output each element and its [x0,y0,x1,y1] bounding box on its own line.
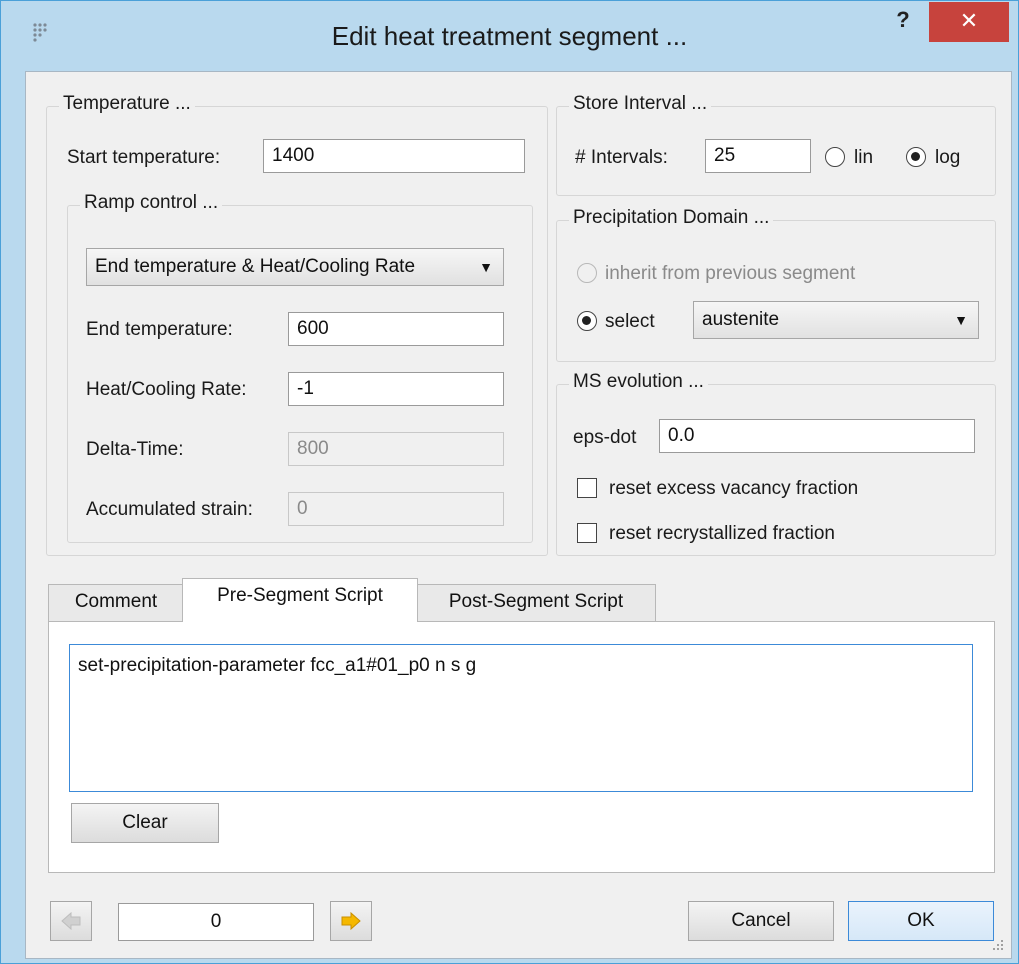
lin-label: lin [854,147,874,168]
lin-radio[interactable] [825,147,845,167]
heat-cooling-rate-input[interactable]: -1 [288,372,504,406]
accumulated-strain-label: Accumulated strain: [86,499,253,520]
ramp-control-group-title: Ramp control ... [80,192,223,214]
log-label: log [935,147,961,168]
log-radio[interactable] [906,147,926,167]
precipitation-domain-group-title: Precipitation Domain ... [569,207,774,229]
eps-dot-label: eps-dot [573,427,637,448]
delta-time-input: 800 [288,432,504,466]
ok-button[interactable]: OK [848,901,994,941]
previous-segment-button [50,901,92,941]
help-button[interactable]: ? [883,7,923,37]
close-button[interactable]: ✕ [929,2,1009,42]
ramp-mode-value: End temperature & Heat/Cooling Rate [95,256,416,277]
ms-evolution-group-title: MS evolution ... [569,371,708,393]
start-temperature-label: Start temperature: [67,147,221,168]
precipitation-domain-group: Precipitation Domain ... inherit from pr… [556,207,996,362]
cancel-button[interactable]: Cancel [688,901,834,941]
reset-vacancy-checkbox[interactable] [577,478,597,498]
eps-dot-input[interactable]: 0.0 [659,419,975,453]
domain-value: austenite [702,309,780,330]
store-interval-group: Store Interval ... # Intervals: 25 lin l… [556,93,996,196]
reset-recryst-label: reset recrystallized fraction [609,523,835,544]
arrow-left-icon [61,911,81,931]
delta-time-label: Delta-Time: [86,439,184,460]
ms-evolution-group: MS evolution ... eps-dot 0.0 reset exces… [556,371,996,556]
script-editor[interactable]: set-precipitation-parameter fcc_a1#01_p0… [69,644,973,792]
reset-recryst-checkbox[interactable] [577,523,597,543]
tab-comment[interactable]: Comment [48,584,184,621]
next-segment-button[interactable] [330,901,372,941]
window-title: Edit heat treatment segment ... [331,21,688,51]
select-label: select [605,311,655,332]
script-tab-pane: set-precipitation-parameter fcc_a1#01_p0… [48,621,995,873]
select-radio[interactable] [577,311,597,331]
accumulated-strain-input: 0 [288,492,504,526]
resize-grip-icon[interactable] [991,938,1005,952]
clear-button[interactable]: Clear [71,803,219,843]
dialog-window: Edit heat treatment segment ... ? ✕ Temp… [0,0,1019,964]
reset-vacancy-label: reset excess vacancy fraction [609,478,859,499]
end-temperature-label: End temperature: [86,319,233,340]
chevron-down-icon: ▼ [954,312,968,328]
segment-index-value: 0 [210,911,222,932]
inherit-label: inherit from previous segment [605,263,856,284]
temperature-group: Temperature ... Start temperature: 1400 … [46,93,548,556]
chevron-down-icon: ▼ [479,259,493,275]
start-temperature-input[interactable]: 1400 [263,139,525,173]
ramp-mode-dropdown[interactable]: End temperature & Heat/Cooling Rate ▼ [86,248,504,286]
segment-index-input[interactable]: 0 [118,903,314,941]
intervals-label: # Intervals: [575,147,668,168]
heat-cooling-rate-label: Heat/Cooling Rate: [86,379,247,400]
end-temperature-input[interactable]: 600 [288,312,504,346]
title-bar[interactable]: Edit heat treatment segment ... ? ✕ [1,1,1018,71]
dialog-body: Temperature ... Start temperature: 1400 … [25,71,1012,959]
ramp-control-group: Ramp control ... End temperature & Heat/… [67,192,533,543]
arrow-right-icon [341,911,361,931]
store-interval-group-title: Store Interval ... [569,93,712,115]
intervals-input[interactable]: 25 [705,139,811,173]
tab-post-segment-script[interactable]: Post-Segment Script [416,584,656,621]
domain-dropdown[interactable]: austenite ▼ [693,301,979,339]
temperature-group-title: Temperature ... [59,93,195,115]
inherit-radio [577,263,597,283]
tab-pre-segment-script[interactable]: Pre-Segment Script [182,578,418,622]
